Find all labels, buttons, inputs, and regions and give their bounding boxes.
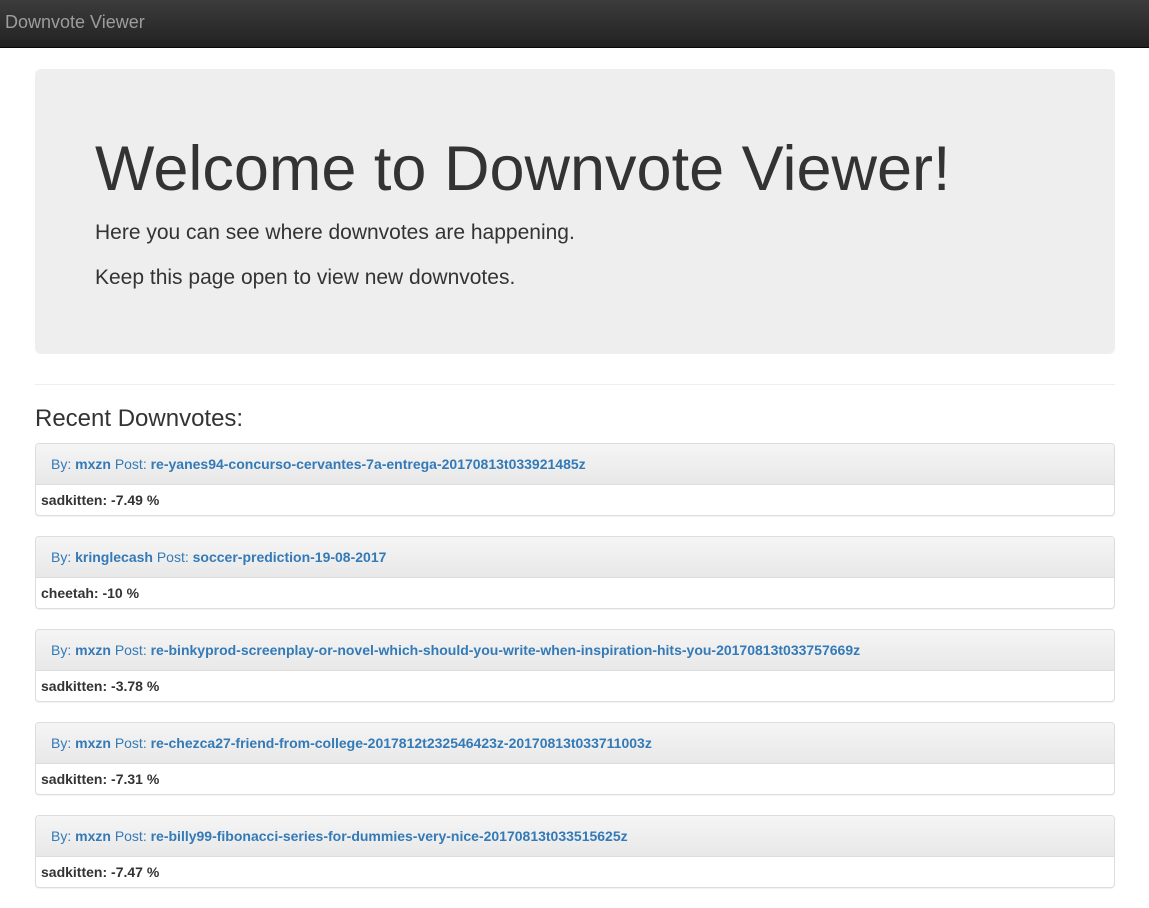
downvote-panel: By: mxzn Post: re-yanes94-concurso-cerva… [35, 443, 1115, 516]
author-link[interactable]: mxzn [75, 456, 111, 472]
post-link[interactable]: re-yanes94-concurso-cervantes-7a-entrega… [151, 456, 586, 472]
downvote-panel-body: cheetah: -10 % [41, 585, 140, 601]
by-label: By: [51, 549, 72, 565]
downvote-panel-body: sadkitten: -3.78 % [41, 678, 160, 694]
by-label: By: [51, 735, 72, 751]
downvote-panel: By: kringlecash Post: soccer-prediction-… [35, 536, 1115, 609]
welcome-lead-text: Here you can see where downvotes are hap… [95, 221, 575, 244]
welcome-jumbotron: Welcome to Downvote Viewer! Here you can… [35, 69, 1115, 354]
voter-name: sadkitten [41, 771, 103, 787]
downvote-panel: By: mxzn Post: re-chezca27-friend-from-c… [35, 722, 1115, 795]
downvote-panel-heading: By: mxzn Post: re-binkyprod-screenplay-o… [36, 630, 1114, 671]
voter-name: sadkitten [41, 678, 103, 694]
vote-percent: -10 % [102, 585, 140, 601]
downvote-panel: By: mxzn Post: re-billy99-fibonacci-seri… [35, 815, 1115, 888]
post-label: Post: [114, 642, 147, 658]
vote-percent: -7.31 % [111, 771, 160, 787]
post-label: Post: [114, 828, 147, 844]
welcome-title: Welcome to Downvote Viewer! [95, 134, 951, 204]
voter-name: sadkitten [41, 492, 103, 508]
navbar: Downvote Viewer [0, 0, 1149, 48]
main-container: Welcome to Downvote Viewer! Here you can… [35, 69, 1115, 908]
downvote-panel-heading: By: mxzn Post: re-billy99-fibonacci-seri… [36, 816, 1114, 857]
author-link[interactable]: mxzn [75, 642, 111, 658]
voter-name: sadkitten [41, 864, 103, 880]
post-link[interactable]: re-chezca27-friend-from-college-2017812t… [151, 735, 652, 751]
welcome-instruction-text: Keep this page open to view new downvote… [95, 266, 516, 289]
author-link[interactable]: mxzn [75, 828, 111, 844]
downvote-panel: By: mxzn Post: re-binkyprod-screenplay-o… [35, 629, 1115, 702]
vote-percent: -3.78 % [111, 678, 160, 694]
post-label: Post: [114, 456, 147, 472]
downvote-panel-body: sadkitten: -7.31 % [41, 771, 160, 787]
by-label: By: [51, 828, 72, 844]
recent-downvotes-title: Recent Downvotes: [35, 405, 244, 432]
author-link[interactable]: kringlecash [75, 549, 153, 565]
vote-percent: -7.49 % [111, 492, 160, 508]
post-link[interactable]: re-billy99-fibonacci-series-for-dummies-… [151, 828, 628, 844]
downvote-panel-heading: By: mxzn Post: re-chezca27-friend-from-c… [36, 723, 1114, 764]
author-link[interactable]: mxzn [75, 735, 111, 751]
post-link[interactable]: re-binkyprod-screenplay-or-novel-which-s… [151, 642, 861, 658]
downvote-list: By: mxzn Post: re-yanes94-concurso-cerva… [35, 443, 1115, 888]
post-label: Post: [156, 549, 189, 565]
voter-name: cheetah [41, 585, 94, 601]
by-label: By: [51, 456, 72, 472]
by-label: By: [51, 642, 72, 658]
section-divider [35, 384, 1115, 385]
vote-percent: -7.47 % [111, 864, 160, 880]
post-link[interactable]: soccer-prediction-19-08-2017 [193, 549, 387, 565]
downvote-panel-body: sadkitten: -7.47 % [41, 864, 160, 880]
navbar-brand-link[interactable]: Downvote Viewer [5, 12, 145, 32]
downvote-panel-heading: By: kringlecash Post: soccer-prediction-… [36, 537, 1114, 578]
downvote-panel-heading: By: mxzn Post: re-yanes94-concurso-cerva… [36, 444, 1114, 485]
downvote-panel-body: sadkitten: -7.49 % [41, 492, 160, 508]
post-label: Post: [114, 735, 147, 751]
